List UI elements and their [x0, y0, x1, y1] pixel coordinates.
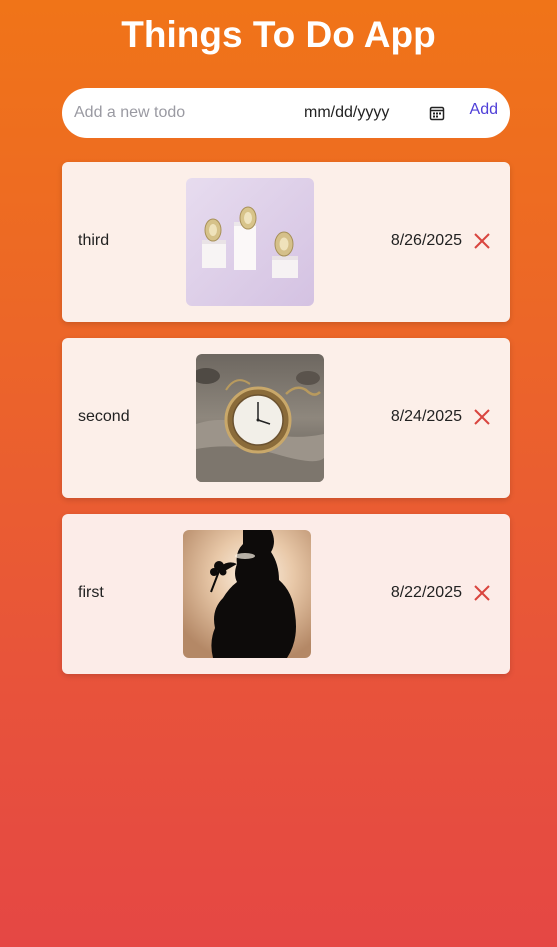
todo-item: first 8/22/2025: [62, 514, 510, 674]
todo-text: third: [78, 232, 110, 249]
delete-icon[interactable]: [473, 584, 491, 602]
calendar-icon[interactable]: [429, 105, 445, 121]
todo-text: first: [78, 584, 104, 601]
app-title: Things To Do App: [121, 14, 436, 55]
todo-date: 8/22/2025: [390, 584, 462, 601]
todo-item: third 8/26/2025: [62, 162, 510, 322]
date-input[interactable]: mm/dd/yyyy: [304, 100, 456, 126]
delete-icon[interactable]: [473, 408, 491, 426]
pregnant-silhouette-with-flower-photo: [183, 530, 311, 658]
add-button[interactable]: Add: [470, 101, 498, 119]
delete-icon[interactable]: [473, 232, 491, 250]
add-todo-form: mm/dd/yyyy Add: [62, 88, 510, 138]
todo-text: second: [78, 408, 130, 425]
pocket-watch-in-sand-photo: [196, 354, 324, 482]
todo-input[interactable]: [74, 100, 274, 126]
todo-item: second 8/24/2025: [62, 338, 510, 498]
todo-date: 8/26/2025: [390, 232, 462, 249]
todo-date: 8/24/2025: [390, 408, 462, 425]
date-placeholder: mm/dd/yyyy: [304, 104, 390, 121]
pedestals-with-gold-coins-photo: [186, 178, 314, 306]
